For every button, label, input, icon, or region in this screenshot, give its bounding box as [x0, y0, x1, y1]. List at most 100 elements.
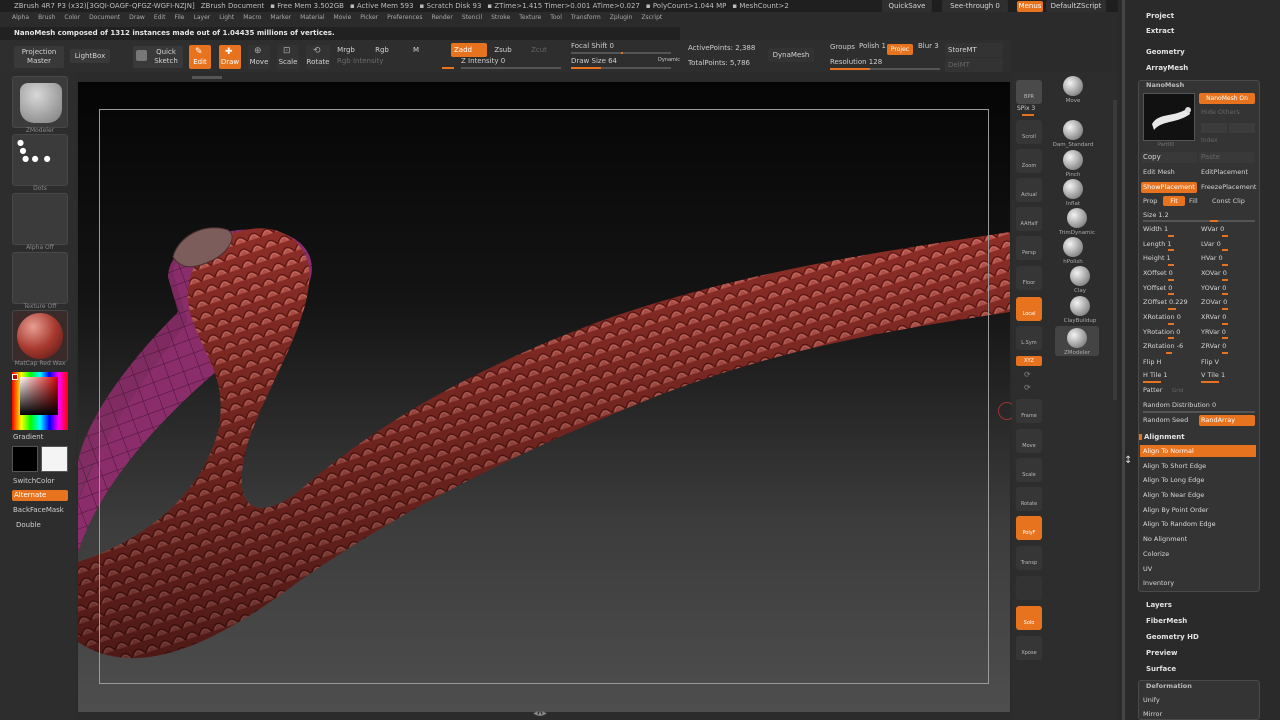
no-alignment[interactable]: No Alignment [1140, 533, 1256, 545]
main-color-swatch[interactable] [41, 446, 68, 472]
menu-zplugin[interactable]: Zplugin [610, 14, 633, 25]
inventory-section[interactable]: Inventory [1140, 577, 1256, 589]
alignment-section[interactable]: Alignment [1144, 433, 1185, 441]
lightbox-button[interactable]: LightBox [70, 49, 110, 63]
menu-edit[interactable]: Edit [154, 14, 166, 25]
z-intensity-track[interactable] [461, 67, 561, 69]
bottom-shelf-handle[interactable]: ◀▲▶ [520, 710, 560, 717]
edit-mesh-button[interactable]: Edit Mesh [1143, 168, 1175, 176]
local-button[interactable]: Local [1016, 297, 1042, 321]
align-to-long-edge[interactable]: Align To Long Edge [1140, 474, 1256, 486]
hide-others-toggle[interactable]: Hide Others [1201, 108, 1240, 116]
menu-color[interactable]: Color [64, 14, 80, 25]
menu-layer[interactable]: Layer [194, 14, 211, 25]
backface-mask-button[interactable]: BackFaceMask [13, 506, 64, 514]
layers-section[interactable]: Layers [1146, 601, 1172, 609]
menu-brush[interactable]: Brush [38, 14, 55, 25]
rgb-intensity-slider[interactable]: Rgb Intensity [337, 57, 383, 65]
shelf-scrollbar[interactable] [1113, 100, 1117, 400]
persp-button[interactable]: Persp [1016, 236, 1042, 260]
edit-placement-button[interactable]: EditPlacement [1201, 168, 1248, 176]
align-to-random-edge[interactable]: Align To Random Edge [1140, 518, 1256, 530]
storemt-button[interactable]: StoreMT [945, 43, 1003, 57]
prev-index-button[interactable] [1201, 123, 1227, 133]
rotate-axis-icon[interactable]: ⟳ [1024, 370, 1031, 379]
height-slider[interactable]: Height 1 [1143, 254, 1171, 262]
index-slider[interactable]: Index [1201, 137, 1218, 144]
menu-picker[interactable]: Picker [360, 14, 378, 25]
surface-section[interactable]: Surface [1146, 665, 1176, 673]
mirror-button[interactable]: Mirror [1143, 710, 1162, 718]
menu-draw[interactable]: Draw [129, 14, 145, 25]
brush-zmodeler[interactable]: ZModeler [1055, 326, 1099, 356]
align-to-normal[interactable]: Align To Normal [1140, 445, 1256, 457]
menu-light[interactable]: Light [219, 14, 234, 25]
size-track[interactable] [1143, 220, 1255, 222]
zsub-button[interactable]: Zsub [489, 43, 517, 57]
random-distribution-slider[interactable]: Random Distribution 0 [1143, 401, 1216, 409]
random-distribution-track[interactable] [1143, 411, 1255, 413]
alternate-button[interactable]: Alternate [12, 490, 68, 501]
copy-button[interactable]: Copy [1141, 152, 1197, 163]
brush-claybuildup[interactable]: ClayBuildup [1058, 296, 1102, 324]
menu-movie[interactable]: Movie [334, 14, 352, 25]
yrotation-slider[interactable]: YRotation 0 [1143, 328, 1180, 336]
brush-inflat[interactable]: Inflat [1051, 179, 1095, 207]
zoffset-slider[interactable]: ZOffset 0.229 [1143, 298, 1188, 306]
draw-size-slider[interactable]: Draw Size 64 [571, 57, 617, 65]
extract-button[interactable]: Extract [1146, 27, 1174, 35]
paste-button[interactable]: Paste [1199, 152, 1255, 163]
rgb-button[interactable]: Rgb [371, 43, 393, 57]
quicksave-button[interactable]: QuickSave [882, 0, 932, 12]
color-picker[interactable] [12, 372, 68, 430]
scale-view-button[interactable]: Scale [1016, 458, 1042, 482]
menu-zscript[interactable]: Zscript [641, 14, 662, 25]
brush-pinch[interactable]: Pinch [1051, 150, 1095, 178]
h-tile-slider[interactable]: H Tile 1 [1143, 371, 1168, 379]
m-button[interactable]: M [409, 43, 423, 57]
xrvar-slider[interactable]: XRVar 0 [1201, 313, 1226, 321]
dynamesh-button[interactable]: DynaMesh [768, 48, 814, 62]
brush-trimdynamic[interactable]: TrimDynamic [1055, 208, 1099, 236]
brush-clay[interactable]: Clay [1058, 266, 1102, 294]
zoom-button[interactable]: Zoom [1016, 149, 1042, 173]
polyf-button[interactable]: PolyF [1016, 516, 1042, 540]
menu-macro[interactable]: Macro [243, 14, 261, 25]
wvar-slider[interactable]: WVar 0 [1201, 225, 1224, 233]
geometry-hd-section[interactable]: Geometry HD [1146, 633, 1199, 641]
rotate-axis-2-icon[interactable]: ⟳ [1024, 383, 1031, 392]
yoffset-slider[interactable]: YOffset 0 [1143, 284, 1172, 292]
brush-hpolish[interactable]: hPolish [1051, 237, 1095, 265]
menu-tool[interactable]: Tool [550, 14, 562, 25]
arraymesh-section[interactable]: ArrayMesh [1146, 64, 1188, 72]
zadd-button[interactable]: Zadd [451, 43, 487, 57]
zcut-button[interactable]: Zcut [527, 43, 551, 57]
randarray-button[interactable]: RandArray [1199, 415, 1255, 426]
nanomesh-header[interactable]: NanoMesh [1146, 81, 1184, 89]
bpr-button[interactable]: BPR [1016, 80, 1042, 104]
menu-document[interactable]: Document [89, 14, 120, 25]
xyz-button[interactable]: XYZ [1016, 356, 1042, 366]
transp-button[interactable]: Transp [1016, 546, 1042, 570]
const-clip-toggle[interactable]: Const Clip [1212, 197, 1245, 205]
colorize-section[interactable]: Colorize [1140, 548, 1256, 560]
solo-button[interactable]: Solo [1016, 606, 1042, 630]
xoffset-slider[interactable]: XOffset 0 [1143, 269, 1173, 277]
xrotation-slider[interactable]: XRotation 0 [1143, 313, 1181, 321]
align-by-point-order[interactable]: Align By Point Order [1140, 504, 1256, 516]
project-toggle[interactable]: Projec [887, 44, 913, 55]
size-slider[interactable]: Size 1.2 [1143, 211, 1169, 219]
pattern-button[interactable]: Patter [1143, 386, 1162, 394]
default-zscript[interactable]: DefaultZScript [1046, 0, 1106, 12]
zmodeler-brush-thumb[interactable] [12, 76, 68, 128]
blur-slider[interactable]: Blur 3 [918, 42, 939, 50]
v-tile-slider[interactable]: V Tile 1 [1201, 371, 1225, 379]
color-square[interactable] [20, 377, 58, 415]
focal-shift-slider[interactable]: Focal Shift 0 [571, 42, 614, 50]
menu-stencil[interactable]: Stencil [462, 14, 482, 25]
mrgb-button[interactable]: Mrgb [335, 43, 357, 57]
nanomesh-thumbnail[interactable] [1143, 93, 1195, 141]
grid-toggle[interactable]: Grid [1172, 388, 1184, 394]
material-thumb[interactable] [12, 310, 68, 362]
fibermesh-section[interactable]: FiberMesh [1146, 617, 1187, 625]
